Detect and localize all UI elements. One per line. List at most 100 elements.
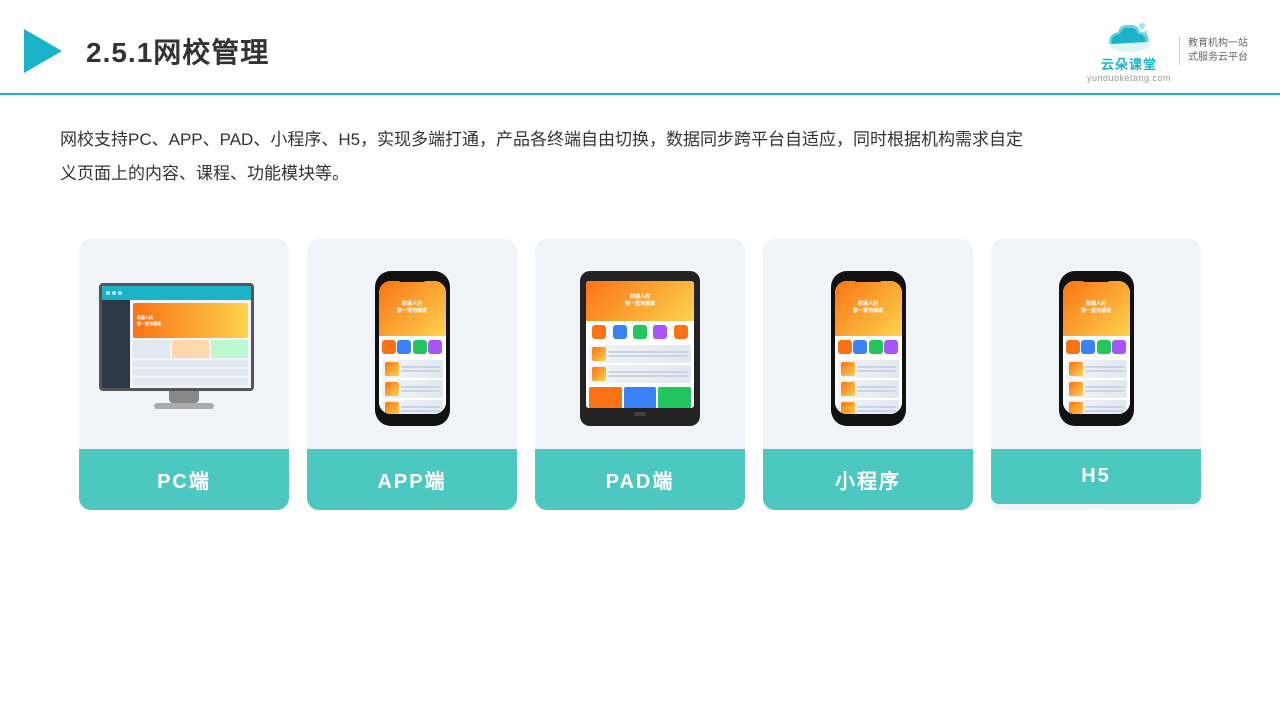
phone-card-line-4: [401, 390, 440, 392]
phone-icon-2: [397, 340, 411, 354]
miniapp-card-lines-3: [857, 406, 896, 412]
h5-card-lines-2: [1085, 386, 1124, 392]
h5-card-item-1: [1066, 360, 1127, 378]
phone-card-thumb-1: [385, 362, 399, 376]
h5-icon-3: [1097, 340, 1111, 354]
miniapp-card-thumb-3: [841, 402, 855, 414]
pc-sidebar: [102, 300, 130, 388]
card-image-pad: 职通人的第一堂沟通课: [535, 239, 745, 449]
card-app: 职通人的第一堂沟通课: [307, 239, 517, 510]
pc-banner-text: 职通人的第一堂沟通课: [137, 315, 161, 325]
h5-icon-4: [1112, 340, 1126, 354]
tablet-card-line-1: [608, 351, 688, 353]
miniapp-card-line-5: [857, 406, 896, 408]
miniapp-card-line-4: [857, 390, 896, 392]
card-label-app: APP端: [307, 449, 517, 510]
card-h5: 职通人的第一堂沟通课: [991, 239, 1201, 510]
pc-grid: [133, 340, 248, 358]
card-label-pad: PAD端: [535, 449, 745, 510]
phone-card-thumb-3: [385, 402, 399, 414]
h5-card-thumb-3: [1069, 402, 1083, 414]
h5-card-lines-1: [1085, 366, 1124, 372]
phone-icons-row-app: [379, 336, 446, 358]
monitor-base: [154, 403, 214, 409]
h5-card-thumb-1: [1069, 362, 1083, 376]
phone-banner-text-miniapp: 职通人的第一堂沟通课: [853, 301, 883, 315]
phone-card-lines-1: [401, 366, 440, 372]
pc-dot-1: [106, 291, 110, 295]
phone-notch-miniapp: [854, 276, 882, 282]
phone-h5: 职通人的第一堂沟通课: [1059, 271, 1134, 426]
pc-list-row-1: [133, 360, 248, 367]
phone-app: 职通人的第一堂沟通课: [375, 271, 450, 426]
h5-card-lines-3: [1085, 406, 1124, 412]
phone-banner-app: 职通人的第一堂沟通课: [379, 281, 446, 336]
card-image-h5: 职通人的第一堂沟通课: [991, 239, 1201, 449]
page-title: 2.5.1网校管理: [86, 31, 269, 71]
tablet-card-thumb-1: [592, 347, 606, 361]
tablet-card-thumb-2: [592, 367, 606, 381]
pc-grid-item-2: [172, 340, 209, 358]
tablet-bottom: [586, 385, 694, 408]
phone-card-lines-3: [401, 406, 440, 412]
phone-card-lines-2: [401, 386, 440, 392]
cards-area: 职通人的第一堂沟通课: [0, 211, 1280, 510]
phone-screen-content-h5: 职通人的第一堂沟通课: [1063, 281, 1130, 414]
cloud-logo-icon: [1102, 18, 1156, 54]
tablet-card-lines-2: [608, 371, 688, 377]
miniapp-card-line-1: [857, 366, 896, 368]
tablet-screen: 职通人的第一堂沟通课: [586, 281, 694, 408]
phone-card-item-3: [382, 400, 443, 414]
miniapp-card-lines-1: [857, 366, 896, 372]
pc-top-bar: [102, 286, 251, 300]
miniapp-card-thumb-2: [841, 382, 855, 396]
phone-card-line-6: [401, 410, 440, 412]
h5-card-thumb-2: [1069, 382, 1083, 396]
miniapp-card-line-2: [857, 370, 896, 372]
phone-notch-app: [398, 276, 426, 282]
phone-card-row-app: [379, 358, 446, 414]
h5-card-item-3: [1066, 400, 1127, 414]
tablet-bottom-3: [658, 387, 691, 408]
tablet-screen-content: 职通人的第一堂沟通课: [586, 281, 694, 408]
h5-card-line-3: [1085, 386, 1124, 388]
tablet-icon-5: [674, 325, 688, 339]
phone-miniapp: 职通人的第一堂沟通课: [831, 271, 906, 426]
card-label-pc: PC端: [79, 449, 289, 510]
h5-icon-1: [1066, 340, 1080, 354]
pc-grid-item-3: [211, 340, 248, 358]
logo-text-main: 云朵课堂: [1101, 54, 1157, 73]
h5-card-line-4: [1085, 390, 1124, 392]
phone-card-line-3: [401, 386, 440, 388]
h5-card-line-2: [1085, 370, 1124, 372]
tablet-icon-2: [613, 325, 627, 339]
tablet-card-line-2: [608, 355, 688, 357]
tablet-pad: 职通人的第一堂沟通课: [580, 271, 700, 426]
tablet-icons-row: [586, 321, 694, 343]
logo-slogan: 教育机构一站 式服务云平台: [1179, 37, 1248, 65]
card-image-miniapp: 职通人的第一堂沟通课: [763, 239, 973, 449]
pc-monitor: 职通人的第一堂沟通课: [99, 283, 269, 413]
phone-icon-1: [382, 340, 396, 354]
pc-screen-content: 职通人的第一堂沟通课: [102, 286, 251, 388]
phone-screen-content-miniapp: 职通人的第一堂沟通课: [835, 281, 902, 414]
phone-card-row-h5: [1063, 358, 1130, 414]
card-pc: 职通人的第一堂沟通课: [79, 239, 289, 510]
logo-text-sub: yunduoketang.com: [1087, 73, 1171, 83]
phone-icon-4: [428, 340, 442, 354]
h5-card-line-6: [1085, 410, 1124, 412]
description-content: 网校支持PC、APP、PAD、小程序、H5，实现多端打通，产品各终端自由切换，数…: [60, 130, 1023, 183]
tablet-card-line-4: [608, 375, 688, 377]
miniapp-card-lines-2: [857, 386, 896, 392]
play-icon: [24, 29, 62, 73]
miniapp-card-item-3: [838, 400, 899, 414]
logo-cloud: 云朵课堂 yunduoketang.com: [1087, 18, 1171, 83]
pc-dot-3: [118, 291, 122, 295]
card-pad: 职通人的第一堂沟通课: [535, 239, 745, 510]
phone-card-line-5: [401, 406, 440, 408]
pc-main: 职通人的第一堂沟通课: [130, 300, 251, 388]
phone-screen-content-app: 职通人的第一堂沟通课: [379, 281, 446, 414]
description-text: 网校支持PC、APP、PAD、小程序、H5，实现多端打通，产品各终端自由切换，数…: [0, 95, 1100, 201]
miniapp-icon-4: [884, 340, 898, 354]
miniapp-card-line-3: [857, 386, 896, 388]
